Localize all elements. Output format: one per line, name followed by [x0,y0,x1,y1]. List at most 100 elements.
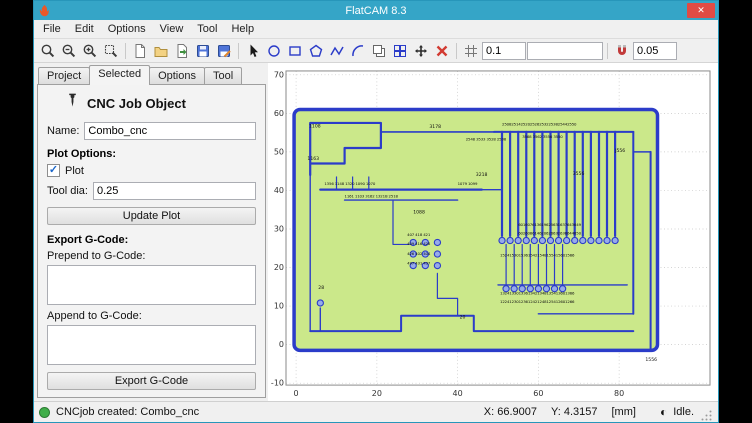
export-gcode-section-label: Export G-Code: [47,234,256,246]
selected-tab-page: CNC Job Object Name: Plot Options: ✓ Plo… [37,84,266,398]
svg-text:60: 60 [274,109,284,118]
delete-object-icon[interactable] [432,41,452,60]
object-header: CNC Job Object [65,93,256,113]
tab-tool[interactable]: Tool [204,67,242,85]
export-gcode-button[interactable]: Export G-Code [47,372,256,390]
object-title: CNC Job Object [87,96,186,111]
append-gcode-textarea[interactable] [47,325,256,365]
zoom-in-icon[interactable] [80,41,100,60]
svg-text:602608614620626632638644650: 602608614620626632638644650 [518,230,581,235]
array-object-icon[interactable] [390,41,410,60]
units-label: [mm] [612,406,636,418]
svg-text:0: 0 [279,340,284,349]
pcb-plot-canvas[interactable]: 020406080-100102030405060701108116331782… [268,63,718,401]
svg-text:2548 3533 3528 2538: 2548 3533 3528 2538 [466,136,507,141]
import-file-icon[interactable] [172,41,192,60]
grid-y-input[interactable] [527,42,603,60]
menu-tool[interactable]: Tool [190,21,224,37]
toolbar-separator [238,43,239,59]
zoom-region-icon[interactable] [101,41,121,60]
plot-checkbox-label: Plot [65,165,84,177]
statusbar: CNCjob created: Combo_cnc X: 66.9007 Y: … [34,401,718,422]
tool-dia-input[interactable] [93,182,256,200]
zoom-out-icon[interactable] [59,41,79,60]
svg-text:426 402 404: 426 402 404 [407,251,431,256]
svg-text:1356 1148 1320 1090 1070: 1356 1148 1320 1090 1070 [324,181,375,186]
snap-max-input[interactable] [633,42,677,60]
move-object-icon[interactable] [411,41,431,60]
name-row: Name: [47,122,256,140]
plot-option-row: ✓ Plot [47,164,256,177]
titlebar: FlatCAM 8.3 ✕ [34,1,718,20]
menu-options[interactable]: Options [101,21,153,37]
name-input[interactable] [84,122,256,140]
snap-magnet-icon[interactable] [612,41,632,60]
toolbar-separator [607,43,608,59]
menu-view[interactable]: View [153,21,191,37]
prepend-label: Prepend to G-Code: [47,250,256,262]
svg-text:409 416 428: 409 416 428 [407,241,431,246]
grid-snap-icon[interactable] [461,41,481,60]
svg-text:-10: -10 [271,379,284,388]
path-tool-icon[interactable] [327,41,347,60]
svg-text:250825142520252625322538254425: 25082514252025262532253825442550 [502,122,577,127]
svg-text:122412301236124212481254126012: 12241230123612421248125412601266 [500,299,575,304]
zoom-fit-icon[interactable] [38,41,58,60]
svg-text:30: 30 [274,224,284,233]
open-project-icon[interactable] [151,41,171,60]
window-title: FlatCAM 8.3 [34,5,718,17]
arc-tool-icon[interactable] [348,41,368,60]
menu-file[interactable]: File [36,21,68,37]
prepend-gcode-textarea[interactable] [47,265,256,305]
svg-text:497 431 437: 497 431 437 [407,260,431,265]
activity-indicator-icon: ◐ [660,406,667,418]
copy-object-icon[interactable] [369,41,389,60]
update-plot-button[interactable]: Update Plot [47,207,256,225]
svg-text:3218: 3218 [476,172,488,178]
tabbar: Project Selected Options Tool [37,65,266,85]
svg-text:1088: 1088 [413,210,425,216]
close-button[interactable]: ✕ [687,3,715,18]
svg-text:20: 20 [460,314,466,320]
side-panel: Project Selected Options Tool CNC Job Ob… [34,63,268,401]
svg-text:60: 60 [533,389,543,398]
status-ok-icon [39,407,50,418]
save-project-icon[interactable] [193,41,213,60]
rectangle-tool-icon[interactable] [285,41,305,60]
select-pointer-icon[interactable] [243,41,263,60]
coord-y: Y: 4.3157 [551,406,598,418]
main-area: Project Selected Options Tool CNC Job Ob… [34,63,718,401]
grid-x-input[interactable] [482,42,526,60]
svg-text:407 418 421: 407 418 421 [407,232,431,237]
polygon-tool-icon[interactable] [306,41,326,60]
app-state: Idle. [673,406,694,418]
resize-grip-icon[interactable] [700,409,713,422]
svg-text:0: 0 [294,389,299,398]
svg-text:601607613619625631637643649: 601607613619625631637643649 [518,222,581,227]
svg-text:3568 3562 3556 3550: 3568 3562 3556 3550 [522,134,563,139]
mouse-coordinates: X: 66.9007 Y: 4.3157 [mm] [484,406,636,418]
save-as-icon[interactable] [214,41,234,60]
append-label: Append to G-Code: [47,310,256,322]
plot-checkbox[interactable]: ✓ [47,164,60,177]
plot-area[interactable]: 020406080-100102030405060701108116331782… [268,63,718,401]
svg-text:1108: 1108 [309,124,321,130]
cnc-bit-icon [65,93,80,113]
toolbar-separator [456,43,457,59]
tab-options[interactable]: Options [149,67,205,85]
new-project-icon[interactable] [130,41,150,60]
svg-text:10: 10 [274,302,284,311]
svg-text:50: 50 [274,147,284,156]
tab-project[interactable]: Project [38,67,90,85]
name-label: Name: [47,125,79,137]
menu-help[interactable]: Help [224,21,261,37]
coord-x: X: 66.9007 [484,406,537,418]
circle-tool-icon[interactable] [264,41,284,60]
svg-text:1079 1099: 1079 1099 [458,181,478,186]
svg-text:1556: 1556 [645,357,657,363]
svg-text:20: 20 [372,389,382,398]
status-message: CNCjob created: Combo_cnc [56,406,199,418]
plot-options-label: Plot Options: [47,148,256,160]
menu-edit[interactable]: Edit [68,21,101,37]
tab-selected[interactable]: Selected [89,65,150,85]
